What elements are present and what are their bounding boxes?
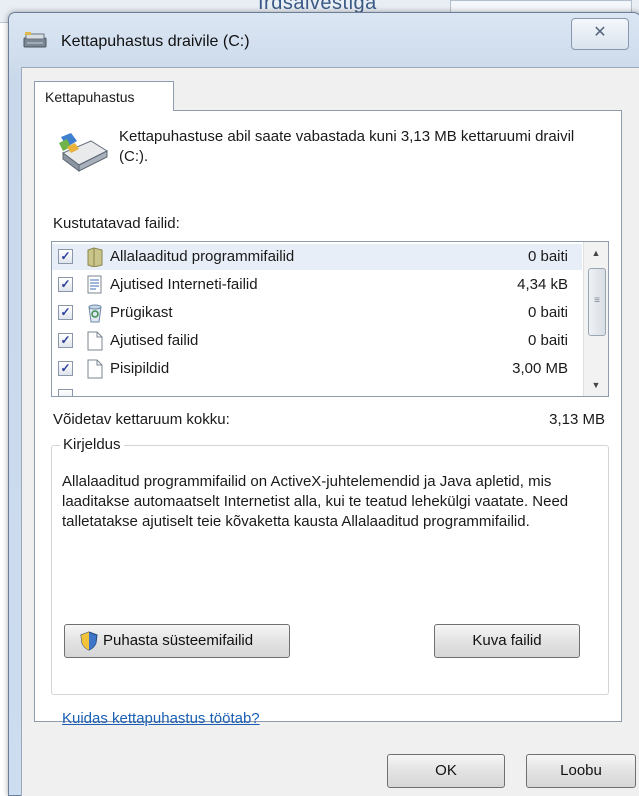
intro-text: Kettapuhastuse abil saate vabastada kuni… bbox=[119, 128, 575, 165]
cancel-button[interactable]: Loobu bbox=[526, 754, 636, 788]
files-to-delete-list[interactable]: ✓ Allalaaditud programmifailid 0 baiti ✓ bbox=[51, 241, 609, 397]
file-size: 0 baiti bbox=[527, 332, 568, 349]
file-name: Ajutised failid bbox=[110, 332, 199, 349]
checkbox[interactable]: ✓ bbox=[58, 249, 73, 264]
help-link[interactable]: Kuidas kettapuhastus töötab? bbox=[62, 710, 260, 727]
file-size: 0 baiti bbox=[527, 304, 568, 321]
total-space-label: Võidetav kettaruum kokku: bbox=[53, 411, 230, 428]
checkbox[interactable]: ✓ bbox=[58, 333, 73, 348]
tab-panel: Kettapuhastuse abil saate vabastada kuni… bbox=[34, 110, 622, 722]
description-text: Allalaaditud programmifailid on ActiveX-… bbox=[62, 473, 569, 530]
checkbox[interactable]: ✓ bbox=[58, 305, 73, 320]
scroll-down-arrow-icon[interactable]: ▼ bbox=[584, 374, 608, 396]
description-title: Kirjeldus bbox=[60, 436, 124, 453]
title-bar[interactable]: Kettapuhastus draivile (C:) ✕ bbox=[9, 13, 639, 67]
clean-system-files-button[interactable]: Puhasta süsteemifailid bbox=[64, 624, 290, 658]
file-size: 4,34 kB bbox=[517, 276, 568, 293]
list-item-partial[interactable] bbox=[52, 384, 582, 396]
files-to-delete-label: Kustutatavad failid: bbox=[53, 215, 180, 232]
view-files-button[interactable]: Kuva failid bbox=[434, 624, 580, 658]
file-size: 3,00 MB bbox=[512, 360, 568, 377]
list-item[interactable]: ✓ Prügikast 0 baiti bbox=[52, 300, 582, 326]
list-item[interactable]: ✓ Allalaaditud programmifailid 0 baiti bbox=[52, 244, 582, 270]
clean-system-files-label: Puhasta süsteemifailid bbox=[103, 632, 254, 649]
total-space-value: 3,13 MB bbox=[549, 411, 605, 428]
ok-button[interactable]: OK bbox=[387, 754, 505, 788]
client-area: Kettapuhastus Kettapuhastuse abil saate … bbox=[21, 67, 639, 796]
close-button[interactable]: ✕ bbox=[571, 18, 629, 50]
recycle-bin-icon bbox=[88, 304, 102, 323]
disk-cleanup-dialog: Kettapuhastus draivile (C:) ✕ Kettapuhas… bbox=[8, 12, 639, 796]
folder-icon bbox=[87, 247, 103, 267]
file-name: Allalaaditud programmifailid bbox=[110, 248, 295, 265]
file-name: Prügikast bbox=[110, 304, 173, 321]
disk-drive-icon bbox=[59, 133, 109, 172]
checkbox[interactable]: ✓ bbox=[58, 277, 73, 292]
description-group: Kirjeldus Allalaaditud programmifailid o… bbox=[51, 436, 609, 695]
uac-shield-icon bbox=[80, 631, 98, 651]
close-icon: ✕ bbox=[593, 24, 607, 41]
file-name: Pisipildid bbox=[110, 360, 170, 377]
blank-file-icon bbox=[87, 331, 103, 351]
document-lines-icon bbox=[87, 275, 102, 294]
list-scrollbar[interactable]: ▲ ≡ ▼ bbox=[583, 242, 608, 396]
checkbox[interactable]: ✓ bbox=[58, 361, 73, 376]
list-item[interactable]: ✓ Ajutised Interneti-failid 4,34 kB bbox=[52, 272, 582, 298]
checkbox[interactable] bbox=[58, 389, 73, 396]
tab-disk-cleanup[interactable]: Kettapuhastus bbox=[34, 81, 174, 111]
file-name: Ajutised Interneti-failid bbox=[110, 276, 258, 293]
window-title: Kettapuhastus draivile (C:) bbox=[61, 33, 250, 50]
blank-file-icon bbox=[87, 359, 103, 379]
disk-cleanup-icon bbox=[23, 32, 47, 48]
list-item[interactable]: ✓ Pisipildid 3,00 MB bbox=[52, 356, 582, 382]
list-item[interactable]: ✓ Ajutised failid 0 baiti bbox=[52, 328, 582, 354]
scroll-thumb[interactable]: ≡ bbox=[588, 268, 606, 336]
file-size: 0 baiti bbox=[527, 248, 568, 265]
scroll-up-arrow-icon[interactable]: ▲ bbox=[584, 242, 608, 264]
